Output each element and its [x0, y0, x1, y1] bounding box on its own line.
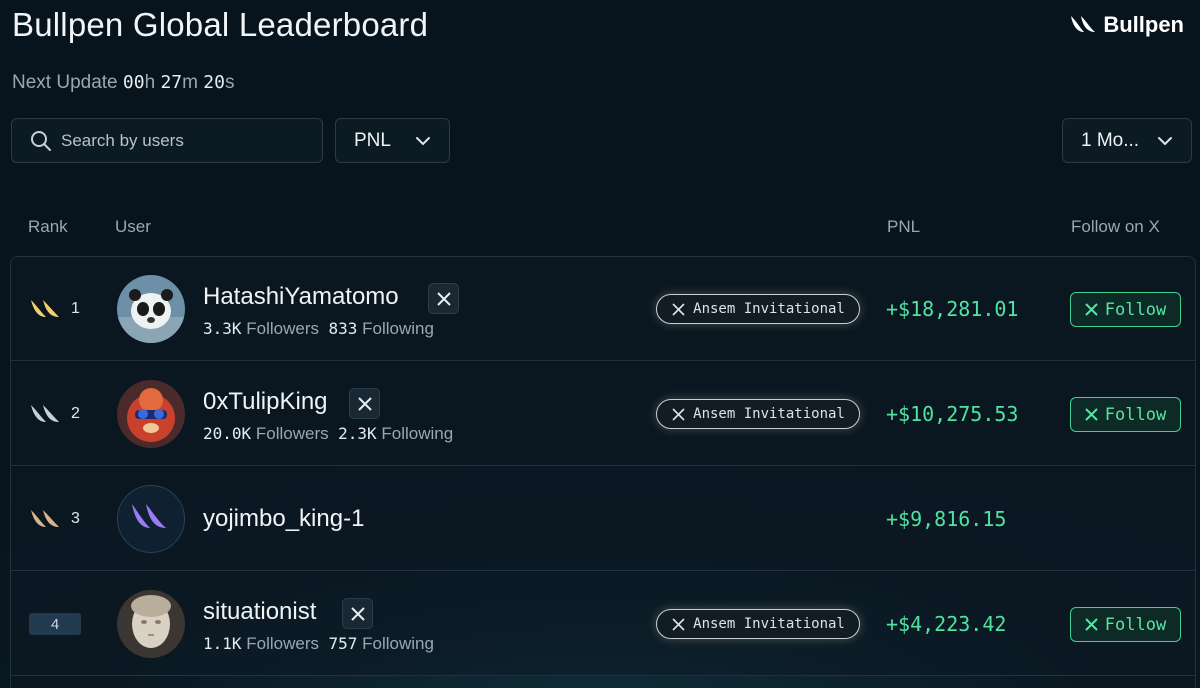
following-label: Following: [381, 424, 454, 443]
x-profile-link[interactable]: [349, 388, 380, 419]
rank-cell: 3: [29, 467, 80, 571]
table-row[interactable]: 2 0xTulipKing 20.0K Followers 2.3K Follo…: [11, 362, 1195, 466]
follow-button-label: Follow: [1104, 614, 1167, 635]
leaderboard-table: 1 HatashiYamatomo 3.3K Followers 833 Fol…: [10, 256, 1196, 688]
follow-button[interactable]: Follow: [1070, 607, 1181, 642]
column-header-pnl: PNL: [887, 217, 921, 236]
following-label: Following: [362, 634, 434, 653]
bullpen-default-avatar-icon: [132, 504, 166, 528]
red-character-avatar-image: [117, 380, 185, 448]
following-label: Following: [362, 319, 434, 338]
table-row[interactable]: 3 yojimbo_king-1 +$9,816.15: [11, 467, 1195, 571]
username: HatashiYamatomo: [203, 283, 399, 310]
period-select[interactable]: 1 Mo...: [1062, 118, 1192, 163]
ansem-invitational-badge: Ansem Invitational: [656, 399, 860, 429]
page-title: Bullpen Global Leaderboard: [12, 6, 429, 43]
statue-avatar-image: [117, 590, 185, 658]
username: situationist: [203, 598, 317, 625]
table-row[interactable]: 1 HatashiYamatomo 3.3K Followers 833 Fol…: [11, 257, 1195, 361]
chevron-down-icon: [1158, 136, 1172, 145]
brand-name: Bullpen: [1103, 12, 1184, 37]
rank-cell: 2: [29, 362, 80, 466]
crossed-swords-icon: [672, 407, 685, 421]
pnl-value: +$9,816.15: [886, 507, 1007, 531]
next-update-timer: Next Update 00h 27m 20s: [12, 72, 234, 94]
followers-label: Followers: [246, 319, 320, 338]
period-select-value: 1 Mo...: [1081, 129, 1140, 151]
rank-cell: 1: [29, 257, 80, 361]
rank-cell: 4: [29, 572, 81, 676]
x-profile-link[interactable]: [428, 283, 459, 314]
panda-avatar-image: [117, 275, 185, 343]
ansem-invitational-badge: Ansem Invitational: [656, 294, 860, 324]
rank-number: 2: [71, 405, 80, 422]
x-logo-icon: [1085, 408, 1098, 421]
search-icon: [31, 130, 51, 151]
search-input[interactable]: [61, 130, 301, 151]
rank-number: 4: [29, 613, 81, 635]
silver-horns-icon: [31, 405, 59, 422]
gold-horns-icon: [31, 300, 59, 317]
followers-count: 3.3K: [203, 319, 242, 338]
pnl-value: +$4,223.42: [886, 612, 1007, 636]
metric-select[interactable]: PNL: [335, 118, 450, 163]
x-logo-icon: [1085, 618, 1098, 631]
user-stats: 20.0K Followers 2.3K Following: [203, 424, 453, 444]
timer-seconds-unit: s: [224, 72, 235, 93]
badge-label: Ansem Invitational: [693, 301, 845, 317]
followers-label: Followers: [246, 634, 320, 653]
badge-label: Ansem Invitational: [693, 616, 845, 632]
crossed-swords-icon: [672, 617, 685, 631]
timer-hours-unit: h: [144, 72, 156, 93]
follow-button-label: Follow: [1104, 404, 1167, 425]
timer-minutes-unit: m: [182, 72, 198, 93]
bullpen-logo[interactable]: Bullpen: [1069, 12, 1184, 38]
avatar[interactable]: [117, 275, 185, 343]
followers-count: 1.1K: [203, 634, 242, 653]
x-logo-icon: [436, 291, 451, 306]
x-logo-icon: [357, 396, 372, 411]
crossed-swords-icon: [672, 302, 685, 316]
rank-number: 3: [71, 510, 80, 527]
column-header-user: User: [115, 217, 151, 236]
x-logo-icon: [350, 606, 365, 621]
followers-count: 20.0K: [203, 424, 252, 443]
x-profile-link[interactable]: [342, 598, 373, 629]
username: yojimbo_king-1: [203, 505, 365, 532]
metric-select-value: PNL: [354, 129, 391, 151]
x-logo-icon: [1085, 303, 1098, 316]
user-stats: 1.1K Followers 757 Following: [203, 634, 434, 654]
bronze-horns-icon: [31, 510, 59, 527]
badge-label: Ansem Invitational: [693, 406, 845, 422]
table-row[interactable]: 4 situationist 1.1K Followers 757 Follow…: [11, 572, 1195, 676]
bullpen-horns-icon: [1071, 16, 1096, 32]
following-count: 757: [328, 634, 358, 653]
following-count: 833: [328, 319, 358, 338]
username: 0xTulipKing: [203, 388, 328, 415]
column-header-follow: Follow on X: [1071, 217, 1160, 236]
followers-label: Followers: [255, 424, 329, 443]
avatar[interactable]: [117, 380, 185, 448]
timer-minutes: 27: [160, 72, 183, 93]
chevron-down-icon: [416, 136, 430, 145]
avatar[interactable]: [117, 590, 185, 658]
follow-button[interactable]: Follow: [1070, 292, 1181, 327]
user-stats: 3.3K Followers 833 Following: [203, 319, 434, 339]
column-header-rank: Rank: [28, 217, 68, 236]
follow-button[interactable]: Follow: [1070, 397, 1181, 432]
rank-number: 1: [71, 300, 80, 317]
pnl-value: +$18,281.01: [886, 297, 1019, 321]
next-update-label: Next Update: [12, 72, 118, 93]
ansem-invitational-badge: Ansem Invitational: [656, 609, 860, 639]
timer-hours: 00: [122, 72, 145, 93]
search-box[interactable]: [11, 118, 323, 163]
avatar[interactable]: [117, 485, 185, 553]
pnl-value: +$10,275.53: [886, 402, 1019, 426]
follow-button-label: Follow: [1104, 299, 1167, 320]
timer-seconds: 20: [203, 72, 225, 93]
following-count: 2.3K: [338, 424, 377, 443]
